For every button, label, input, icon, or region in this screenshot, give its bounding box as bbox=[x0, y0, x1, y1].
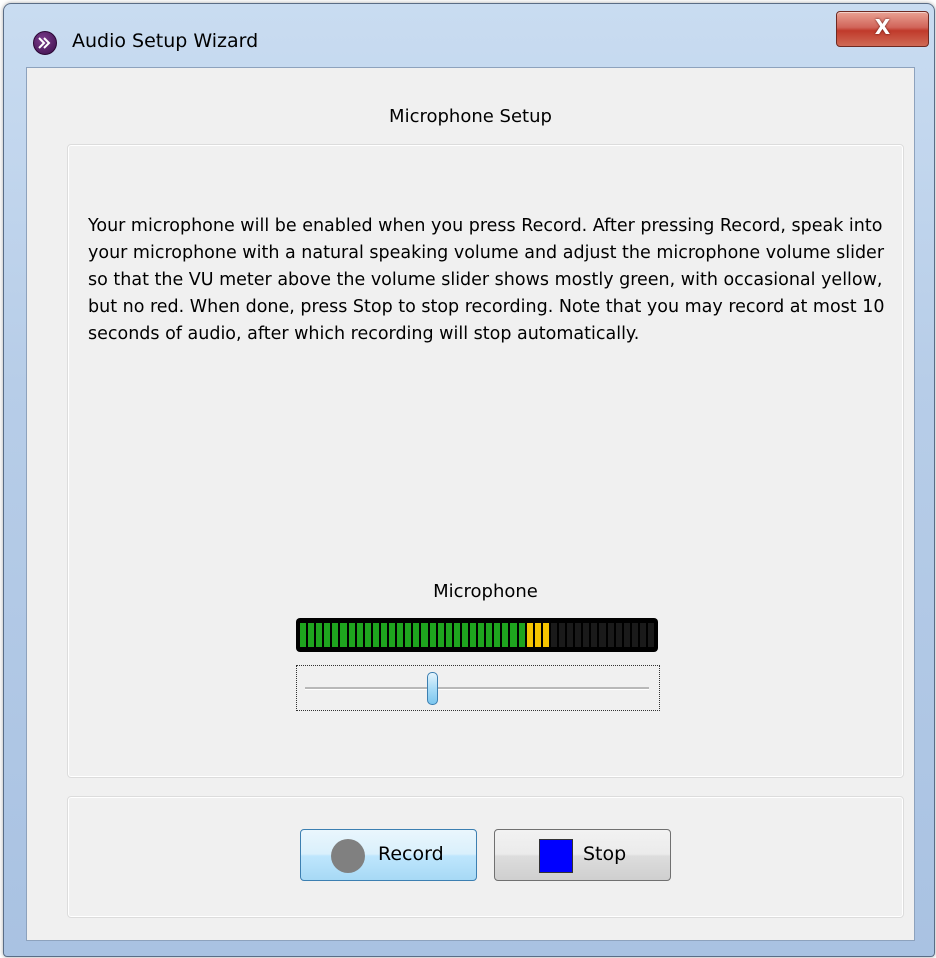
close-button[interactable]: X bbox=[836, 11, 929, 47]
vu-meter-segment bbox=[421, 623, 428, 647]
stop-button-label: Stop bbox=[583, 843, 627, 865]
record-button[interactable]: Record bbox=[300, 829, 477, 881]
vu-meter-segment bbox=[486, 623, 493, 647]
vu-meter-segment bbox=[559, 623, 566, 647]
vu-meter-segment bbox=[453, 623, 460, 647]
vu-meter-segment bbox=[567, 623, 574, 647]
vu-meter-segment bbox=[502, 623, 509, 647]
button-panel: Record Stop bbox=[67, 796, 904, 918]
vu-meter-segment bbox=[316, 623, 323, 647]
vu-meter-segment bbox=[639, 623, 647, 647]
vu-meter-segment bbox=[429, 623, 436, 647]
window-title: Audio Setup Wizard bbox=[72, 30, 259, 52]
app-logo-icon bbox=[33, 31, 57, 55]
vu-meter-segment bbox=[599, 623, 606, 647]
vu-meter-segment bbox=[575, 623, 582, 647]
vu-meter-segment bbox=[583, 623, 590, 647]
vu-meter-segment bbox=[550, 623, 557, 647]
instructions-text: Your microphone will be enabled when you… bbox=[88, 216, 885, 344]
vu-meter-segment bbox=[300, 623, 307, 647]
vu-meter-segment bbox=[478, 623, 485, 647]
vu-meter-segment bbox=[445, 623, 452, 647]
vu-meter-segment bbox=[510, 623, 517, 647]
vu-meter-segment bbox=[324, 623, 331, 647]
microphone-panel: Your microphone will be enabled when you… bbox=[67, 144, 904, 778]
vu-meter-segment bbox=[308, 623, 315, 647]
vu-meter-segment bbox=[631, 623, 638, 647]
stop-square-icon bbox=[539, 839, 573, 873]
vu-meter-segment bbox=[380, 623, 388, 647]
microphone-label: Microphone bbox=[433, 581, 538, 602]
record-button-label: Record bbox=[378, 843, 444, 865]
vu-meter-segment bbox=[348, 623, 355, 647]
vu-meter-segment bbox=[332, 623, 339, 647]
vu-meter-segment bbox=[615, 623, 622, 647]
record-circle-icon bbox=[331, 839, 365, 873]
microphone-volume-slider[interactable] bbox=[296, 665, 660, 711]
vu-meter-segment bbox=[397, 623, 404, 647]
vu-meter-segment bbox=[542, 623, 549, 647]
vu-meter-segment bbox=[534, 623, 541, 647]
vu-meter-segment bbox=[461, 623, 468, 647]
vu-meter-segment bbox=[623, 623, 630, 647]
vu-meter-segment bbox=[437, 623, 444, 647]
vu-meter bbox=[296, 618, 658, 652]
vu-meter-segment bbox=[591, 623, 598, 647]
vu-meter-segment bbox=[526, 623, 533, 647]
vu-meter-segment bbox=[607, 623, 614, 647]
slider-thumb[interactable] bbox=[427, 672, 439, 705]
vu-meter-segment bbox=[494, 623, 501, 647]
vu-meter-segment bbox=[413, 623, 420, 647]
wizard-content: Microphone Setup Your microphone will be… bbox=[26, 67, 915, 941]
vu-meter-segment bbox=[372, 623, 379, 647]
audio-setup-wizard-window: Audio Setup Wizard X Microphone Setup Yo… bbox=[3, 3, 935, 957]
title-bar[interactable]: Audio Setup Wizard X bbox=[4, 4, 934, 66]
vu-meter-segment bbox=[340, 623, 347, 647]
close-icon: X bbox=[874, 15, 891, 39]
vu-meter-segment bbox=[518, 623, 525, 647]
vu-meter-segment bbox=[648, 623, 655, 647]
page-heading: Microphone Setup bbox=[389, 106, 552, 127]
stop-button[interactable]: Stop bbox=[494, 829, 671, 881]
slider-track[interactable] bbox=[305, 687, 649, 690]
vu-meter-segment bbox=[389, 623, 396, 647]
vu-meter-segment bbox=[405, 623, 412, 647]
vu-meter-segment bbox=[364, 623, 371, 647]
vu-meter-segment bbox=[356, 623, 363, 647]
vu-meter-segment bbox=[469, 623, 477, 647]
